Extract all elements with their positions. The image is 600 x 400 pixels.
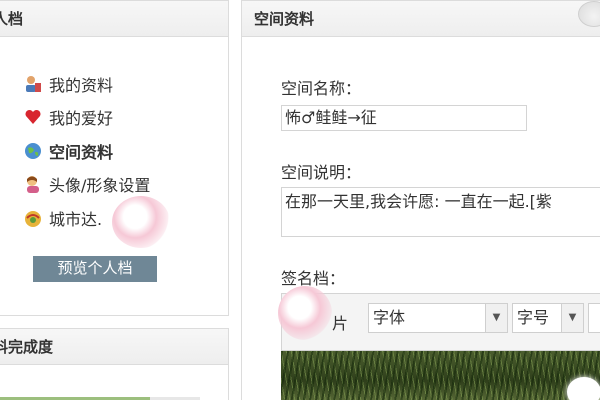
sidebar-item-label: 我的资料 xyxy=(49,75,114,95)
signature-photo-grass xyxy=(281,351,600,400)
space-name-label: 空间名称： xyxy=(281,79,362,98)
sidebar-item-space-info[interactable]: 空间资料 xyxy=(23,134,150,168)
user-profile-icon xyxy=(23,74,43,94)
space-info-panel: 空间资料 空间名称： 怖♂鲑鲑→征 空间说明： 在那一天里,我会许愿: 一直在一… xyxy=(241,0,600,400)
sidebar-title: 人档 xyxy=(0,1,228,37)
font-size-select[interactable]: 字号 ▼ xyxy=(512,303,584,333)
sidebar-item-label: 城市达. xyxy=(49,209,103,229)
space-info-title: 空间资料 xyxy=(242,1,600,37)
heart-icon xyxy=(23,107,43,127)
font-size-select-value: 字号 xyxy=(517,308,550,327)
signature-toolbar: 片 字体 ▼ 字号 ▼ ▼ xyxy=(278,286,600,351)
pink-heart-decoration xyxy=(112,196,170,248)
chevron-down-icon[interactable]: ▼ xyxy=(561,304,583,332)
sidebar-item-my-hobbies[interactable]: 我的爱好 xyxy=(23,101,150,135)
sidebar-item-avatar-settings[interactable]: 头像/形象设置 xyxy=(23,168,150,202)
globe-icon xyxy=(23,141,43,161)
pink-heart-decoration xyxy=(278,286,332,340)
insert-picture-button[interactable]: 片 xyxy=(332,310,348,334)
completion-title: 料完成度 xyxy=(0,329,228,365)
completion-panel: 料完成度 xyxy=(0,328,229,400)
space-description-label: 空间说明： xyxy=(281,163,362,182)
signature-label: 签名档： xyxy=(281,269,346,288)
sidebar-item-label: 头像/形象设置 xyxy=(49,176,151,196)
white-flower-image xyxy=(567,377,600,400)
city-icon xyxy=(23,208,43,228)
space-name-input[interactable]: 怖♂鲑鲑→征 xyxy=(281,105,527,131)
font-select[interactable]: 字体 ▼ xyxy=(368,303,508,333)
space-description-input[interactable]: 在那一天里,我会许愿: 一直在一起.[紫 xyxy=(281,187,600,237)
avatar-icon xyxy=(23,174,43,194)
chevron-down-icon[interactable]: ▼ xyxy=(485,304,507,332)
profile-sidebar-panel: 人档 我的资料 我的爱好 空间资料 头像/形象设置 xyxy=(0,0,229,316)
font-select-value: 字体 xyxy=(373,308,406,327)
preview-profile-button[interactable]: 预览个人档 xyxy=(33,256,157,282)
sidebar-item-label: 空间资料 xyxy=(49,142,114,162)
color-select[interactable]: ▼ xyxy=(588,303,600,333)
sidebar-item-label: 我的爱好 xyxy=(49,109,114,129)
sidebar-item-my-profile[interactable]: 我的资料 xyxy=(23,67,150,101)
